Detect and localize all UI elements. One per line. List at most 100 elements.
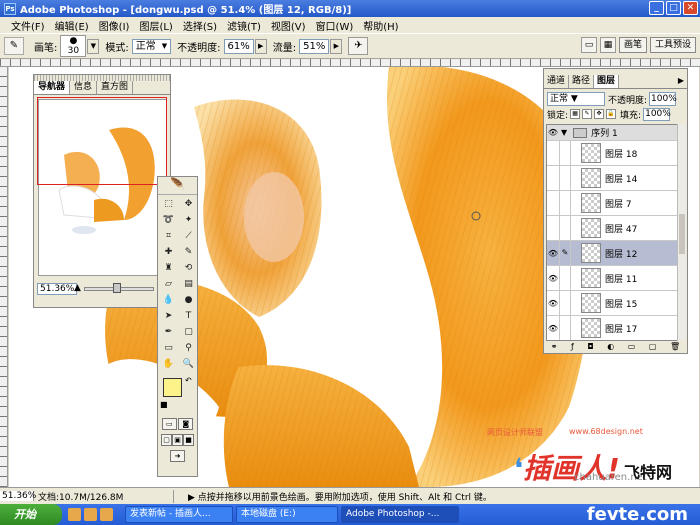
document-icon[interactable]: ▭ [580, 37, 597, 53]
flow-field[interactable]: 51% [299, 38, 330, 54]
tab-tool-presets[interactable]: 工具预设 [649, 37, 696, 53]
layer-opacity-field[interactable]: 100% [649, 92, 677, 106]
adjustment-layer-icon[interactable]: ◐ [607, 342, 614, 351]
zoom-tool-icon[interactable]: 🔍 [179, 357, 198, 372]
lock-transparency-icon[interactable]: ▦ [570, 109, 581, 119]
menu-view[interactable]: 视图(V) [266, 18, 311, 33]
brush-picker[interactable]: ● 30 [60, 35, 87, 57]
magic-wand-icon[interactable]: ✦ [179, 213, 198, 228]
screen-mode-full-icon[interactable]: ■ [183, 434, 194, 446]
menu-help[interactable]: 帮助(H) [358, 18, 403, 33]
flow-slider-arrow[interactable]: ▶ [330, 38, 343, 54]
link-cell[interactable] [559, 166, 571, 190]
delete-layer-icon[interactable]: 🗑 [670, 342, 680, 351]
swap-colors-icon[interactable]: ↶ [185, 376, 192, 385]
zoom-out-icon[interactable]: ▲ [74, 283, 81, 293]
tab-channels[interactable]: 通道 [544, 75, 570, 88]
feather-logo-icon[interactable]: 🪶 [158, 177, 197, 195]
lock-pixels-icon[interactable]: ✎ [582, 109, 593, 119]
link-layers-icon[interactable]: ⚭ [551, 342, 558, 351]
notes-tool-icon[interactable]: ▭ [159, 341, 178, 356]
expand-triangle-icon[interactable]: ▼ [561, 128, 567, 137]
new-layer-icon[interactable]: ▢ [649, 342, 657, 351]
status-zoom-field[interactable]: 51.36% [0, 491, 36, 501]
marquee-tool-icon[interactable]: ⬚ [159, 197, 178, 212]
shape-tool-icon[interactable]: ▢ [179, 325, 198, 340]
menu-file[interactable]: 文件(F) [6, 18, 50, 33]
panel-menu-icon[interactable]: ▶ [678, 76, 684, 85]
brush-tool-icon[interactable]: ✎ [179, 245, 198, 260]
eye-icon[interactable]: 👁 [547, 274, 559, 283]
healing-brush-icon[interactable]: ✚ [159, 245, 178, 260]
opacity-slider-arrow[interactable]: ▶ [254, 38, 267, 54]
tab-layers[interactable]: 图层 [594, 75, 620, 88]
tab-info[interactable]: 信息 [70, 81, 98, 94]
slice-tool-icon[interactable]: ⟋ [179, 229, 198, 244]
layers-scrollbar[interactable] [677, 124, 686, 341]
menu-filter[interactable]: 滤镜(T) [222, 18, 266, 33]
task-photoshop[interactable]: Adobe Photoshop -... [341, 506, 459, 523]
pen-tool-icon[interactable]: ✒ [159, 325, 178, 340]
fill-field[interactable]: 100% [643, 107, 671, 121]
close-button[interactable]: ✕ [683, 1, 698, 15]
opacity-field[interactable]: 61% [223, 38, 254, 54]
eye-icon[interactable]: 👁 [547, 128, 559, 137]
link-cell[interactable] [559, 141, 571, 165]
task-local-disk[interactable]: 本地磁盘 (E:) [236, 506, 338, 523]
tab-paths[interactable]: 路径 [569, 75, 595, 88]
screen-mode-standard-icon[interactable]: ▢ [161, 434, 172, 446]
layer-row[interactable]: 图层 47 [547, 216, 677, 241]
layer-row[interactable]: 👁 ✎ 图层 12 [547, 241, 677, 266]
link-cell[interactable] [559, 291, 571, 315]
eraser-tool-icon[interactable]: ▱ [159, 277, 178, 292]
layer-group-row[interactable]: 👁 ▼ 序列 1 [547, 125, 677, 141]
palette-icon[interactable]: ▦ [599, 37, 616, 53]
zoom-slider-knob[interactable] [113, 283, 121, 293]
lock-all-icon[interactable]: 🔒 [606, 109, 617, 119]
layer-row[interactable]: 图层 14 [547, 166, 677, 191]
menu-select[interactable]: 选择(S) [178, 18, 222, 33]
quick-launch-folder-icon[interactable] [100, 508, 113, 521]
tab-histogram[interactable]: 直方图 [97, 81, 134, 94]
minimize-button[interactable]: _ [649, 1, 664, 15]
eye-icon[interactable]: 👁 [547, 299, 559, 308]
gradient-tool-icon[interactable]: ▤ [179, 277, 198, 292]
airbrush-icon[interactable]: ✈ [348, 37, 369, 55]
jump-to-imageready-icon[interactable]: ➜ [170, 450, 185, 462]
standard-mode-icon[interactable]: ▭ [161, 418, 177, 430]
maximize-button[interactable]: □ [666, 1, 681, 15]
menu-image[interactable]: 图像(I) [94, 18, 135, 33]
menu-window[interactable]: 窗口(W) [311, 18, 359, 33]
blur-tool-icon[interactable]: 💧 [159, 293, 178, 308]
menu-layer[interactable]: 图层(L) [134, 18, 177, 33]
scrollbar-thumb[interactable] [679, 214, 685, 254]
link-cell[interactable] [559, 316, 571, 340]
zoom-slider[interactable] [84, 283, 154, 293]
brush-tool-preset-icon[interactable]: ✎ [4, 37, 24, 55]
tab-brushes[interactable]: 画笔 [618, 37, 647, 53]
layer-style-icon[interactable]: ƒ [571, 342, 574, 351]
link-cell[interactable] [559, 191, 571, 215]
lasso-tool-icon[interactable]: ➰ [159, 213, 178, 228]
brush-picker-arrow[interactable]: ▼ [87, 38, 100, 54]
move-tool-icon[interactable]: ✥ [179, 197, 198, 212]
menu-edit[interactable]: 编辑(E) [50, 18, 94, 33]
history-brush-icon[interactable]: ⟲ [179, 261, 198, 276]
layer-row[interactable]: 👁 图层 15 [547, 291, 677, 316]
quick-launch-ie-icon[interactable] [68, 508, 81, 521]
layer-row[interactable]: 图层 18 [547, 141, 677, 166]
path-selection-icon[interactable]: ➤ [159, 309, 178, 324]
tab-navigator[interactable]: 导航器 [34, 81, 71, 94]
start-button[interactable]: 开始 [0, 504, 62, 525]
layer-row[interactable]: 图层 7 [547, 191, 677, 216]
active-brush-icon[interactable]: ✎ [559, 241, 571, 265]
type-tool-icon[interactable]: T [179, 309, 198, 324]
blend-mode-select[interactable]: 正常 ▼ [547, 92, 605, 106]
link-cell[interactable] [559, 216, 571, 240]
foreground-color-swatch[interactable] [163, 378, 182, 397]
crop-tool-icon[interactable]: ⌗ [159, 229, 178, 244]
hand-tool-icon[interactable]: ✋ [159, 357, 178, 372]
eye-icon[interactable]: 👁 [547, 249, 559, 258]
eye-icon[interactable]: 👁 [547, 324, 559, 333]
task-browser[interactable]: 发表新帖 - 插画人... [125, 506, 233, 523]
